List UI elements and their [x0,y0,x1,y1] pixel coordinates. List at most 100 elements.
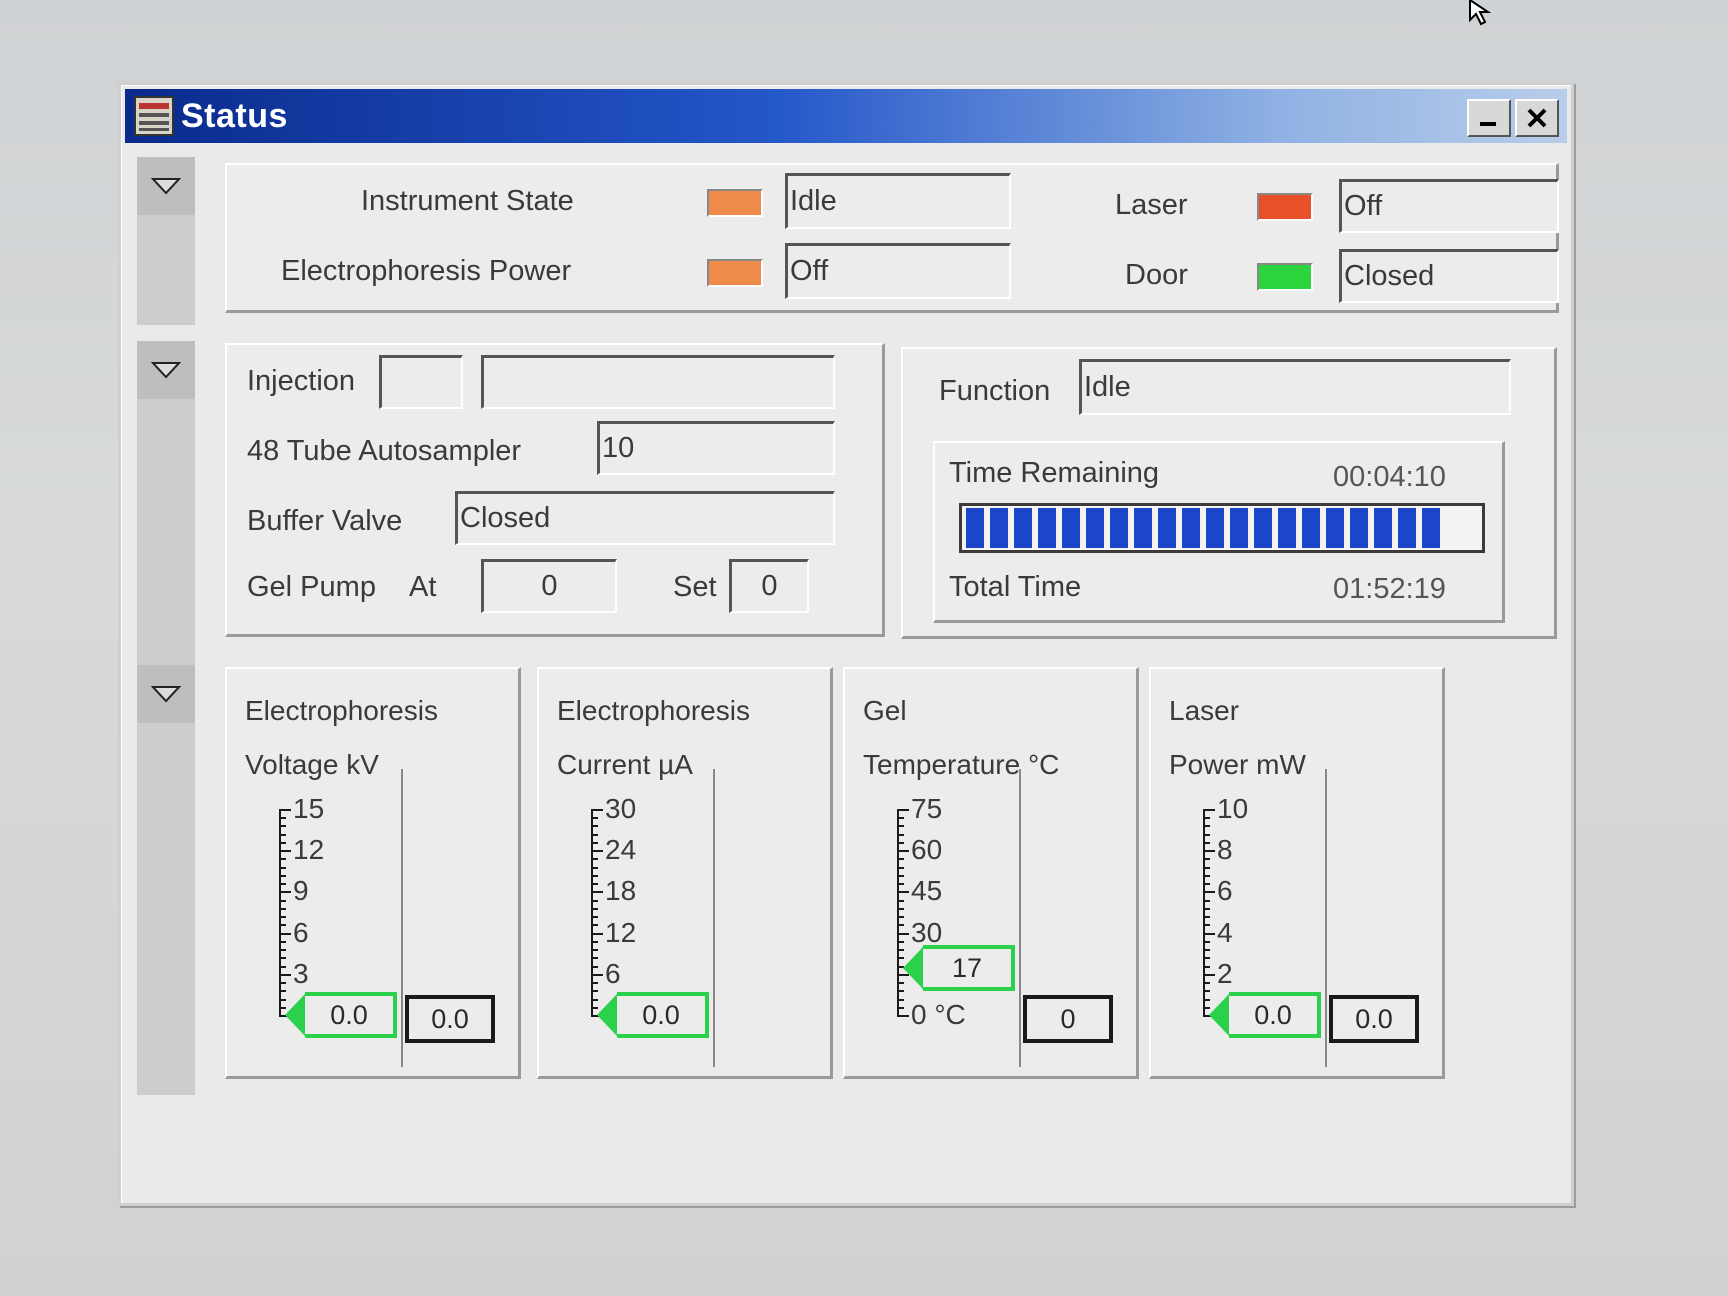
injection-label: Injection [247,365,356,397]
door-status-field: Closed [1339,249,1559,303]
gauge-tick-label: 30 [605,793,637,824]
gauge-scale [897,809,899,1015]
progress-segment [1422,508,1440,548]
gauge-tick [591,825,598,828]
gauge-tick [897,809,909,811]
gauge-tick [591,817,598,820]
collapse-run-button[interactable] [137,341,195,399]
gauge-tick [591,874,598,877]
gauge-scale [1203,809,1205,1015]
gauge-panel-1: Electrophoresis Current µA 30 24 18 12 6 0.0 [537,667,833,1079]
progress-segment [1134,508,1152,548]
progress-segment [1398,508,1416,548]
minimize-button[interactable] [1467,99,1511,137]
gauge-tick [897,833,904,836]
function-label: Function [939,375,1051,407]
injection-field-1 [379,355,463,409]
gauge-tick [1203,874,1210,877]
total-time-value: 01:52:19 [1333,573,1446,605]
progress-segment [1062,508,1080,548]
gauge-tick [279,965,286,968]
gauge-tick [1203,916,1210,919]
gauge-unit-label: Temperature °C [863,749,1060,780]
gauge-set-value[interactable]: 0.0 [1329,995,1419,1043]
needle-arrow-icon [1209,994,1229,1036]
gauge-set-value[interactable]: 0 [1023,995,1113,1043]
instrument-panel: Instrument State Idle Electrophoresis Po… [225,163,1559,313]
gauge-tick [591,907,598,910]
gauge-tick [591,965,598,968]
gauge-tick-label: 45 [911,875,943,907]
gauge-divider [1019,769,1021,1067]
gauge-tick [279,891,291,894]
gauge-tick [591,891,603,894]
gauge-tick [591,841,598,844]
gauge-tick [897,883,904,886]
gauge-set-value[interactable]: 0.0 [405,995,495,1043]
close-button[interactable] [1515,99,1559,137]
triangle-down-icon [151,362,181,379]
gauge-tick [279,858,286,861]
needle-arrow-icon [903,947,923,990]
instrument-state-label: Instrument State [361,185,574,217]
time-remaining-label: Time Remaining [949,457,1160,489]
gauge-tick-label: 0 °C [911,999,966,1030]
gauge-tick [279,924,286,927]
gauge-tick [279,825,286,828]
gauge-tick [897,940,904,943]
laser-led [1257,193,1313,221]
gel-pump-at-label: At [409,571,437,603]
title-bar[interactable]: Status [125,89,1567,143]
door-led [1257,263,1313,291]
gauge-tick [1203,924,1210,927]
gauge-tick [279,874,286,877]
gauge-actual-value: 0.0 [617,992,709,1038]
laser-status-field: Off [1339,179,1559,233]
instrument-state-led [707,189,763,217]
gauge-tick-label: 60 [911,834,943,866]
gauge-tick-label: 75 [911,793,943,824]
gauge-divider [713,769,715,1067]
gauge-tick [897,907,904,910]
gauge-unit-label: Power mW [1169,749,1306,780]
gauge-tick [279,899,286,902]
progress-segment [1206,508,1224,548]
gauge-tick [591,850,603,853]
total-time-label: Total Time [949,571,1082,603]
autosampler-field: 10 [597,421,835,475]
gauge-needle: 0.0 [1207,992,1321,1038]
gauge-tick-label: 3 [293,957,309,989]
gauge-actual-value: 0.0 [1229,992,1321,1038]
progress-segment [966,508,984,548]
collapse-instrument-button[interactable] [137,157,195,215]
progress-segment [990,508,1008,548]
gauge-tick [279,841,286,844]
progress-segment [1254,508,1272,548]
gauge-tick [279,850,291,853]
gauge-tick [897,874,904,877]
gauge-tick [1203,965,1210,968]
gauge-title: Gel [863,695,907,726]
gauge-tick [1203,833,1210,836]
gel-pump-set-field[interactable]: 0 [729,559,809,613]
collapse-gauges-button[interactable] [137,665,195,723]
gauge-scale [279,809,281,1015]
gauge-tick-label: 12 [293,834,325,866]
gauge-tick-label: 6 [293,916,309,948]
gauge-tick [1203,809,1215,811]
gauge-tick [1203,957,1210,960]
gauge-tick [1203,825,1210,828]
gauge-tick [897,998,904,1001]
gauge-tick [591,833,598,836]
gauge-tick [591,957,598,960]
gauge-tick-label: 10 [1217,793,1249,824]
gauge-tick [897,899,904,902]
gauge-tick [591,940,598,943]
gauge-tick [591,924,598,927]
gauge-tick [1203,907,1210,910]
progress-fill [966,508,1456,548]
gauge-tick-label: 6 [605,957,621,989]
gauge-tick [1203,940,1210,943]
section-gauges-toggle-strip [137,665,195,1095]
gauge-tick [1203,982,1210,985]
